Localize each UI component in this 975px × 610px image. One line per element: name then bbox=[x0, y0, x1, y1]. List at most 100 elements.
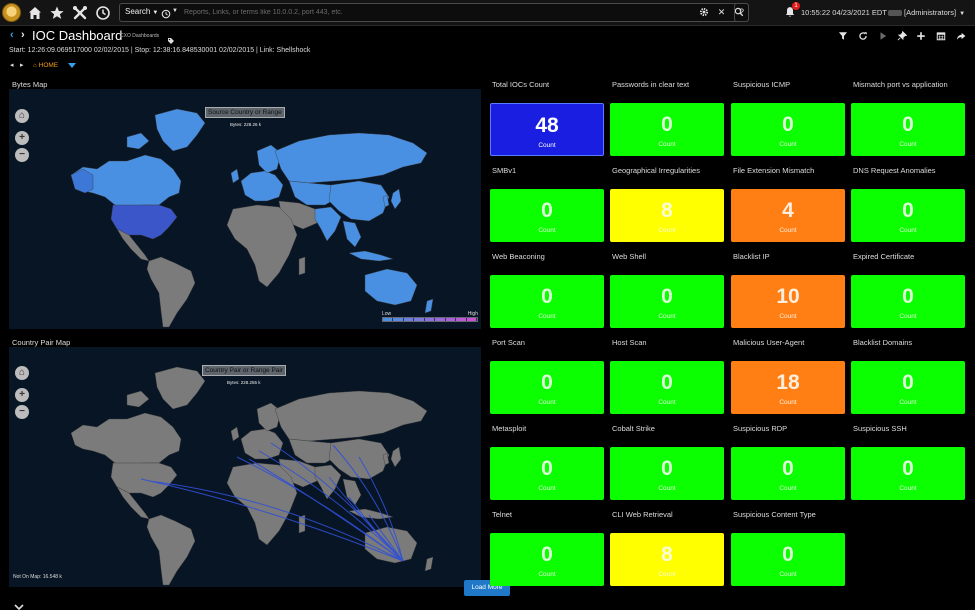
tile-count-value: 0 bbox=[661, 285, 673, 308]
tile-dns-request-anomalies[interactable]: 0 Count bbox=[851, 189, 965, 242]
tile-title-suspicious-icmp: Suspicious ICMP bbox=[733, 80, 791, 89]
australia-region[interactable] bbox=[364, 268, 418, 306]
back-arrow-icon[interactable]: ‹ bbox=[10, 30, 14, 41]
tile-file-extension-mismatch[interactable]: 4 Count bbox=[731, 189, 845, 242]
search-scope-dropdown[interactable]: Search ▼ bbox=[125, 7, 158, 16]
tile-title-file-extension-mismatch: File Extension Mismatch bbox=[733, 166, 815, 175]
japan-region[interactable] bbox=[390, 188, 402, 210]
tile-count-label: Count bbox=[538, 142, 556, 149]
help-button[interactable]: ? bbox=[734, 3, 749, 22]
tile-count-value: 0 bbox=[902, 285, 914, 308]
tile-port-scan[interactable]: 0 Count bbox=[490, 361, 604, 414]
user-menu[interactable]: [Administrators] ▼ bbox=[888, 8, 965, 17]
zoom-out-button[interactable]: − bbox=[15, 148, 29, 162]
refresh-icon[interactable] bbox=[858, 31, 868, 41]
tile-count-label: Count bbox=[658, 571, 676, 578]
tile-title-suspicious-content-type: Suspicious Content Type bbox=[733, 510, 816, 519]
europe-region[interactable] bbox=[240, 170, 284, 202]
search-history-dropdown[interactable]: ▼ bbox=[161, 6, 179, 20]
zoom-in-button[interactable]: + bbox=[15, 388, 29, 402]
recent-clock-icon[interactable] bbox=[95, 5, 111, 21]
tile-cli-web-retrieval[interactable]: 8 Count bbox=[610, 533, 724, 586]
search-settings-gear-icon[interactable] bbox=[698, 7, 709, 18]
app-logo[interactable] bbox=[2, 3, 21, 22]
zoom-out-button[interactable]: − bbox=[15, 405, 29, 419]
greenland-region[interactable] bbox=[154, 108, 206, 152]
chevron-down-icon: ▼ bbox=[959, 11, 966, 17]
tile-expired-certificate[interactable]: 0 Count bbox=[851, 275, 965, 328]
tile-metasploit[interactable]: 0 Count bbox=[490, 447, 604, 500]
indonesia-region[interactable] bbox=[348, 250, 394, 262]
tile-count-value: 0 bbox=[782, 457, 794, 480]
uk-region[interactable] bbox=[230, 168, 240, 184]
tile-blacklist-ip[interactable]: 10 Count bbox=[731, 275, 845, 328]
tile-suspicious-icmp[interactable]: 0 Count bbox=[731, 103, 845, 156]
time-range-info: Start: 12:26:09.069517000 02/02/2015 | S… bbox=[9, 47, 311, 54]
tile-geographical-irregularities[interactable]: 8 Count bbox=[610, 189, 724, 242]
tile-web-beaconing[interactable]: 0 Count bbox=[490, 275, 604, 328]
tile-count-label: Count bbox=[538, 227, 556, 234]
tile-suspicious-rdp[interactable]: 0 Count bbox=[731, 447, 845, 500]
tile-suspicious-ssh[interactable]: 0 Count bbox=[851, 447, 965, 500]
breadcrumb-forward-icon[interactable]: ▸ bbox=[20, 61, 24, 69]
search-input[interactable] bbox=[184, 6, 684, 19]
forward-arrow-icon[interactable]: › bbox=[21, 30, 25, 41]
zoom-in-button[interactable]: + bbox=[15, 131, 29, 145]
tile-suspicious-content-type[interactable]: 0 Count bbox=[731, 533, 845, 586]
russia-region[interactable] bbox=[274, 132, 428, 184]
current-time: 10:55:22 04/23/2021 EDT bbox=[801, 8, 887, 17]
tile-count-value: 0 bbox=[661, 113, 673, 136]
bytes-map[interactable]: ⌂ + − Source Country or Range Bytes: 228… bbox=[9, 89, 481, 329]
tile-count-label: Count bbox=[538, 399, 556, 406]
home-icon[interactable] bbox=[27, 5, 43, 21]
play-icon[interactable] bbox=[878, 31, 888, 41]
pin-icon[interactable] bbox=[897, 31, 907, 41]
calendar-icon[interactable] bbox=[936, 31, 946, 41]
tile-cobalt-strike[interactable]: 0 Count bbox=[610, 447, 724, 500]
tile-web-shell[interactable]: 0 Count bbox=[610, 275, 724, 328]
tile-mismatch-port-vs-application[interactable]: 0 Count bbox=[851, 103, 965, 156]
dashboard-category[interactable]: CXO Dashboards bbox=[120, 33, 159, 39]
tile-title-cli-web-retrieval: CLI Web Retrieval bbox=[612, 510, 673, 519]
tile-passwords-in-clear-text[interactable]: 0 Count bbox=[610, 103, 724, 156]
global-search-bar: Search▼ ▼ ✕ bbox=[119, 3, 749, 22]
favorites-star-icon[interactable] bbox=[49, 5, 65, 21]
tile-count-label: Count bbox=[899, 227, 917, 234]
tile-blacklist-domains[interactable]: 0 Count bbox=[851, 361, 965, 414]
tile-count-value: 0 bbox=[782, 113, 794, 136]
tag-icon[interactable] bbox=[167, 32, 175, 44]
add-icon[interactable] bbox=[916, 31, 926, 41]
tile-title-smbv1: SMBv1 bbox=[492, 166, 517, 175]
arctic-islands-region[interactable] bbox=[126, 132, 150, 150]
tile-malicious-user-agent[interactable]: 18 Count bbox=[731, 361, 845, 414]
tile-count-value: 0 bbox=[782, 543, 794, 566]
map-home-icon[interactable]: ⌂ bbox=[15, 109, 29, 123]
breadcrumb-back-icon[interactable]: ◂ bbox=[10, 61, 14, 69]
tile-count-label: Count bbox=[899, 399, 917, 406]
redacted-username bbox=[888, 10, 902, 17]
share-icon[interactable] bbox=[956, 31, 966, 41]
southeast-asia-region[interactable] bbox=[342, 220, 362, 248]
india-region[interactable] bbox=[314, 206, 342, 242]
country-pair-map[interactable]: ⌂ + − Country Pair or Range Pair Bytes: … bbox=[9, 347, 481, 587]
tile-smbv1[interactable]: 0 Count bbox=[490, 189, 604, 242]
tile-count-value: 0 bbox=[661, 371, 673, 394]
tile-count-label: Count bbox=[658, 141, 676, 148]
tile-title-malicious-user-agent: Malicious User-Agent bbox=[733, 338, 805, 347]
scandinavia-region[interactable] bbox=[256, 144, 282, 174]
breadcrumb-dropdown-icon[interactable] bbox=[68, 63, 76, 68]
filter-icon[interactable] bbox=[838, 31, 848, 41]
tools-icon[interactable] bbox=[72, 5, 88, 21]
tile-count-label: Count bbox=[658, 399, 676, 406]
tile-host-scan[interactable]: 0 Count bbox=[610, 361, 724, 414]
clear-search-icon[interactable]: ✕ bbox=[716, 7, 727, 18]
tile-count-label: Count bbox=[538, 313, 556, 320]
tile-telnet[interactable]: 0 Count bbox=[490, 533, 604, 586]
top-navigation-bar: Search▼ ▼ ✕ ? 1 10:55:22 04/23/2021 EDT … bbox=[0, 0, 975, 26]
tile-count-value: 0 bbox=[902, 113, 914, 136]
chevron-down-icon[interactable] bbox=[14, 598, 24, 610]
map-home-icon[interactable]: ⌂ bbox=[15, 366, 29, 380]
breadcrumb-home-link[interactable]: ⌂ HOME bbox=[33, 62, 58, 69]
history-icon bbox=[161, 9, 171, 19]
tile-total-iocs-count[interactable]: 48 Count bbox=[490, 103, 604, 156]
